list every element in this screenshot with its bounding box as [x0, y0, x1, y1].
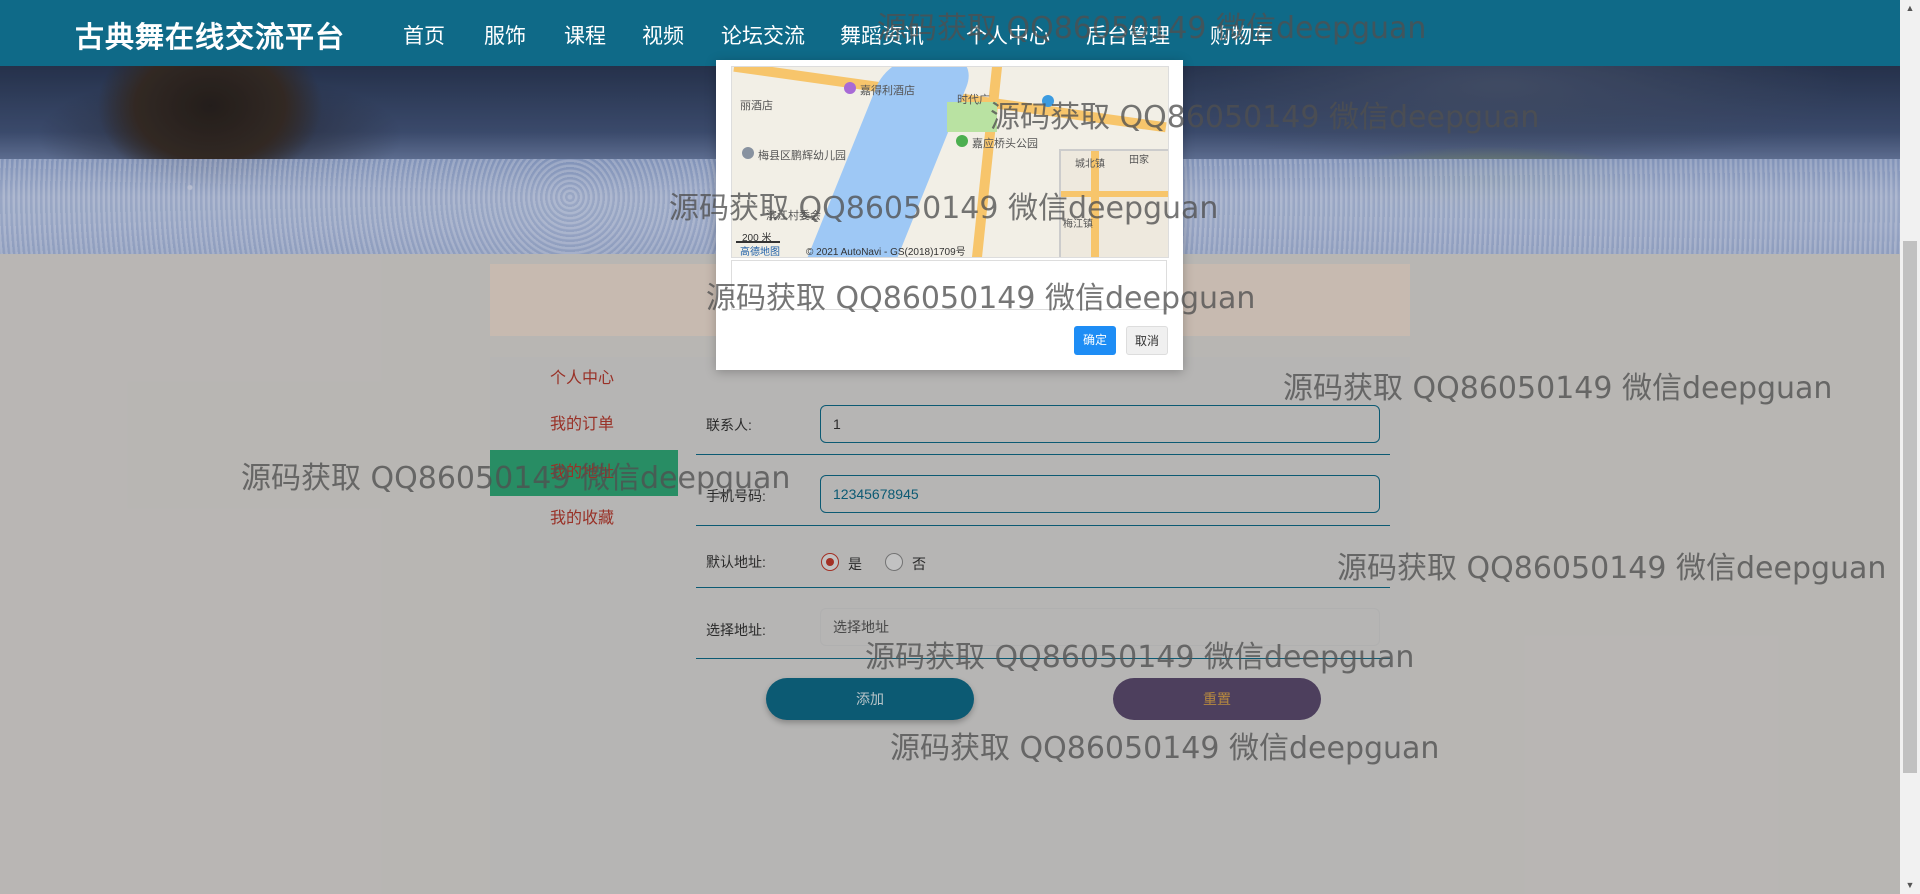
nav-costume[interactable]: 服饰 — [484, 20, 526, 50]
default-no-radio[interactable] — [885, 553, 903, 571]
sidebar-item-favorites[interactable]: 我的收藏 — [490, 496, 678, 542]
nav-cart[interactable]: 购物车 — [1210, 20, 1273, 50]
phone-label: 手机号码: — [706, 488, 766, 504]
map-label: 时代广 — [957, 94, 990, 106]
cancel-button[interactable]: 取消 — [1126, 326, 1168, 355]
map-label: 丽酒店 — [740, 100, 773, 112]
map-marker-icon — [956, 135, 968, 147]
nav-course[interactable]: 课程 — [564, 20, 606, 50]
sidebar-item-orders[interactable]: 我的订单 — [490, 402, 678, 448]
address-select-input[interactable]: 选择地址 — [820, 608, 1380, 646]
default-yes-radio[interactable] — [821, 553, 839, 571]
add-button[interactable]: 添加 — [766, 678, 974, 720]
map-search-input[interactable] — [731, 260, 1167, 310]
contact-input[interactable]: 1 — [820, 405, 1380, 443]
site-brand[interactable]: 古典舞在线交流平台 — [75, 14, 345, 56]
nav-personal-center[interactable]: 个人中心 — [966, 20, 1050, 50]
map-marker-icon — [1042, 95, 1054, 107]
row-divider — [696, 454, 1390, 455]
map-label: 滨江村委会 — [766, 210, 821, 222]
map-overview-inset[interactable]: 城北镇 田家 梅江镇 — [1059, 149, 1168, 257]
scrollbar-thumb[interactable] — [1903, 241, 1917, 773]
nav-video[interactable]: 视频 — [642, 20, 684, 50]
map-marker-icon — [742, 147, 754, 159]
address-picker-modal: 嘉得利酒店 时代广 丽酒店 梅县区鹏辉幼儿园 嘉应桥头公园 滨江村委会 城北镇 … — [716, 60, 1183, 370]
map-label: 梅江镇 — [1063, 219, 1093, 230]
scroll-down-arrow-icon[interactable]: ▼ — [1900, 877, 1920, 894]
watermark-text: 源码获取 QQ86050149 微信deepguan — [1337, 551, 1887, 586]
map-copyright: © 2021 AutoNavi - GS(2018)1709号 — [806, 247, 966, 258]
map-view[interactable]: 嘉得利酒店 时代广 丽酒店 梅县区鹏辉幼儿园 嘉应桥头公园 滨江村委会 城北镇 … — [731, 66, 1169, 258]
map-label: 梅县区鹏辉幼儿园 — [758, 150, 846, 162]
page-scrollbar[interactable]: ▲ ▼ — [1900, 0, 1920, 894]
row-divider — [696, 658, 1390, 659]
phone-input[interactable]: 12345678945 — [820, 475, 1380, 513]
scroll-up-arrow-icon[interactable]: ▲ — [1900, 0, 1920, 17]
nav-home[interactable]: 首页 — [403, 20, 445, 50]
contact-label: 联系人: — [706, 417, 752, 433]
confirm-button[interactable]: 确定 — [1074, 326, 1116, 355]
map-label: 城北镇 — [1075, 159, 1105, 170]
default-no-label: 否 — [912, 556, 926, 572]
map-label: 田家 — [1129, 155, 1149, 166]
row-divider — [696, 587, 1390, 588]
nav-forum[interactable]: 论坛交流 — [721, 20, 805, 50]
row-divider — [696, 525, 1390, 526]
map-label: 嘉应桥头公园 — [972, 138, 1038, 150]
sidebar-item-personal-center[interactable]: 个人中心 — [490, 356, 678, 402]
map-marker-icon — [844, 82, 856, 94]
top-navigation: 古典舞在线交流平台 首页 服饰 课程 视频 论坛交流 舞蹈资讯 个人中心 后台管… — [0, 0, 1900, 66]
map-logo: 高德地图 — [740, 247, 780, 258]
sidebar-item-address[interactable]: 我的地址 — [490, 450, 678, 496]
nav-admin[interactable]: 后台管理 — [1086, 20, 1170, 50]
map-road — [1061, 191, 1168, 197]
default-yes-label: 是 — [848, 556, 862, 572]
address-label: 选择地址: — [706, 622, 766, 638]
nav-news[interactable]: 舞蹈资讯 — [840, 20, 924, 50]
map-label: 嘉得利酒店 — [860, 85, 915, 97]
reset-button[interactable]: 重置 — [1113, 678, 1321, 720]
default-address-label: 默认地址: — [706, 554, 766, 570]
